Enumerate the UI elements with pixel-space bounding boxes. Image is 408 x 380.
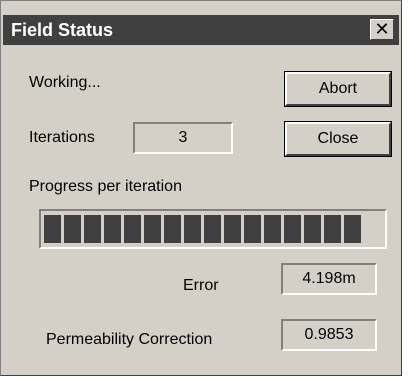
iterations-value: 3 bbox=[133, 122, 233, 154]
progress-segment bbox=[324, 215, 341, 243]
field-status-dialog: Field Status ✕ Working... Abort Iteratio… bbox=[0, 0, 402, 376]
progress-segment bbox=[204, 215, 221, 243]
progress-segment bbox=[184, 215, 201, 243]
progress-segment bbox=[84, 215, 101, 243]
progress-bar bbox=[39, 209, 387, 249]
progress-segment bbox=[144, 215, 161, 243]
error-value: 4.198m bbox=[281, 263, 377, 295]
progress-segment bbox=[284, 215, 301, 243]
progress-label: Progress per iteration bbox=[29, 178, 182, 195]
progress-segment bbox=[104, 215, 121, 243]
title-bar[interactable]: Field Status ✕ bbox=[3, 15, 399, 45]
error-label: Error bbox=[183, 277, 219, 294]
permeability-label: Permeability Correction bbox=[46, 331, 213, 348]
progress-segment bbox=[124, 215, 141, 243]
progress-segment bbox=[304, 215, 321, 243]
permeability-value: 0.9853 bbox=[281, 319, 377, 351]
progress-segment bbox=[64, 215, 81, 243]
progress-segment bbox=[344, 215, 361, 243]
progress-segment bbox=[264, 215, 281, 243]
progress-segment bbox=[44, 215, 61, 243]
iterations-label: Iterations bbox=[29, 129, 95, 146]
status-label: Working... bbox=[29, 74, 101, 91]
dialog-title: Field Status bbox=[11, 20, 114, 40]
abort-button[interactable]: Abort bbox=[284, 71, 392, 107]
close-button[interactable]: Close bbox=[284, 121, 392, 157]
progress-fill bbox=[44, 215, 382, 243]
close-icon[interactable]: ✕ bbox=[370, 19, 394, 40]
progress-segment bbox=[164, 215, 181, 243]
progress-segment bbox=[224, 215, 241, 243]
progress-segment bbox=[244, 215, 261, 243]
